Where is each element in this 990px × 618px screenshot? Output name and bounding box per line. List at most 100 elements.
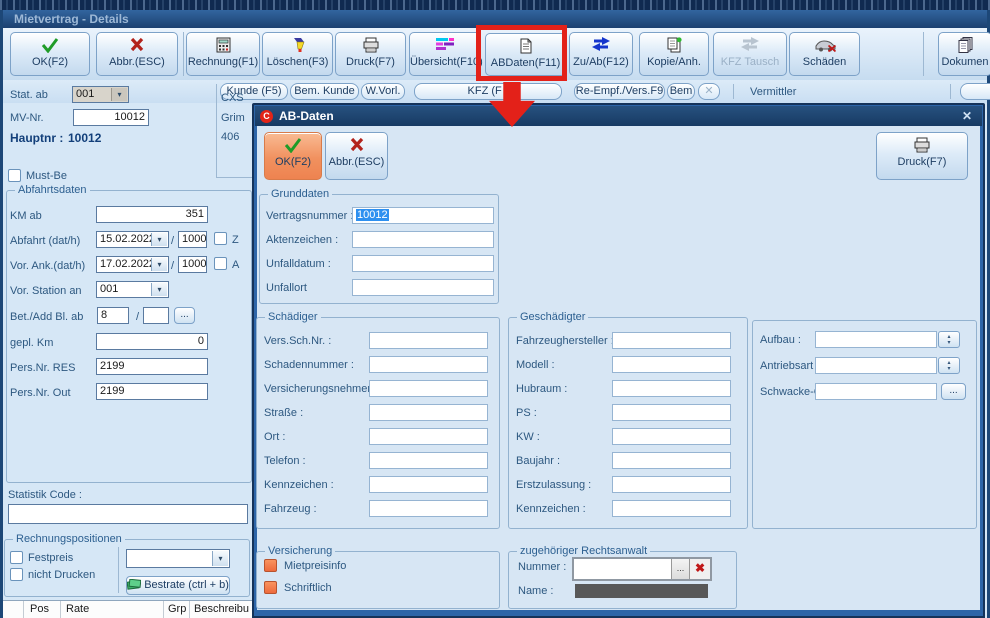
kennzeichen2-input[interactable] [612, 500, 731, 517]
antriebsart-input[interactable] [815, 357, 937, 374]
printer-icon [877, 137, 967, 156]
dialog-cancel-button[interactable]: Abbr.(ESC) [325, 132, 388, 180]
pers-out-input[interactable]: 2199 [96, 383, 208, 400]
vers-sch-nr-input[interactable] [369, 332, 488, 349]
money-icon [127, 579, 141, 590]
festpreis-checkbox[interactable] [10, 551, 23, 564]
abfahrt-date-select[interactable]: 15.02.2022 ▾ [96, 231, 169, 248]
customer-preview-line: Grim [221, 112, 245, 124]
nummer-browse-button[interactable]: ... [671, 559, 689, 579]
dropdown-arrow-icon[interactable]: ▾ [151, 283, 167, 296]
unfallort-input[interactable] [352, 279, 494, 296]
nummer-clear-button[interactable]: ✖ [689, 559, 710, 579]
bestrate-button[interactable]: Bestrate (ctrl + b) [126, 576, 230, 595]
col-pos[interactable]: Pos [30, 603, 49, 615]
bet-add-input1[interactable]: 8 [97, 307, 129, 324]
copy-attach-button[interactable]: Kopie/Anh. [639, 32, 709, 76]
schwacke-grp-input[interactable] [815, 383, 937, 400]
dialog-print-button[interactable]: Druck(F7) [876, 132, 968, 180]
antriebsart-spinner[interactable]: ▴ ▾ [938, 357, 960, 374]
invoice-button[interactable]: Rechnung(F1) [186, 32, 260, 76]
ort-input[interactable] [369, 428, 488, 445]
fahrzeug-input[interactable] [369, 500, 488, 517]
erstzulassung-input[interactable] [612, 476, 731, 493]
nicht-drucken-checkbox[interactable] [10, 568, 23, 581]
nummer-input[interactable] [574, 559, 671, 579]
damages-button[interactable]: Schäden [789, 32, 860, 76]
kw-input[interactable] [612, 428, 731, 445]
delete-button[interactable]: Löschen(F3) [262, 32, 333, 76]
fahrzeughersteller-input[interactable] [612, 332, 731, 349]
dropdown-arrow-icon[interactable]: ▾ [151, 233, 167, 246]
dropdown-arrow-icon[interactable]: ▾ [212, 551, 228, 566]
documents-button[interactable]: Dokumen [938, 32, 990, 76]
tab-reempf[interactable]: Re-Empf./Vers.F9 [574, 83, 665, 100]
dialog-title: AB-Daten [279, 109, 334, 123]
baujahr-input[interactable] [612, 452, 731, 469]
spin-down-icon: ▾ [947, 366, 950, 372]
mv-nr-input[interactable]: 10012 [73, 109, 149, 126]
unfalldatum-input[interactable] [352, 255, 494, 272]
aktenzeichen-input[interactable] [352, 231, 494, 248]
dialog-close-icon[interactable]: ✕ [962, 109, 972, 123]
tab-wvorl[interactable]: W.Vorl. [361, 83, 405, 100]
pers-res-input[interactable]: 2199 [96, 358, 208, 375]
gepl-km-input[interactable]: 0 [96, 333, 208, 350]
station-select[interactable]: 001 ▾ [96, 281, 169, 298]
panel-divider [216, 84, 217, 177]
print-button[interactable]: Druck(F7) [335, 32, 406, 76]
schwacke-browse-button[interactable]: ... [941, 383, 966, 400]
nicht-drucken-label: nicht Drucken [28, 569, 95, 581]
ps-input[interactable] [612, 404, 731, 421]
mietpreisinfo-checkbox[interactable] [264, 559, 277, 572]
ok-button[interactable]: OK(F2) [10, 32, 90, 76]
overview-button[interactable]: Übersicht(F10) [409, 32, 481, 76]
group-divider [118, 547, 119, 593]
tab-kfz[interactable]: KFZ (F ) [414, 83, 562, 100]
km-ab-input[interactable]: 351 [96, 206, 208, 223]
dropdown-arrow-icon[interactable]: ▾ [111, 88, 127, 101]
col-rate[interactable]: Rate [66, 603, 89, 615]
tab-partial[interactable] [960, 83, 990, 100]
col-grp[interactable]: Grp [168, 603, 186, 615]
versicherungsnehmer-input[interactable] [369, 380, 488, 397]
aufbau-input[interactable] [815, 331, 937, 348]
ank-date-select[interactable]: 17.02.2022 ▾ [96, 256, 169, 273]
check-icon [265, 137, 321, 156]
ank-checkbox[interactable] [214, 257, 227, 270]
col-beschreibung[interactable]: Beschreibu [194, 603, 249, 615]
abfahrt-time-input[interactable]: 1000 [178, 231, 207, 248]
transfer-arrows-icon [570, 37, 632, 56]
cancel-button[interactable]: Abbr.(ESC) [96, 32, 178, 76]
km-ab-label: KM ab [10, 210, 42, 222]
tab-close-button[interactable]: ✕ [698, 83, 720, 100]
telefon-input[interactable] [369, 452, 488, 469]
ank-time-input[interactable]: 1000 [178, 256, 207, 273]
fahrzeugdaten-group [752, 320, 977, 529]
abfahrt-checkbox-label: Z [232, 234, 239, 246]
kennzeichen-input[interactable] [369, 476, 488, 493]
bet-add-browse-button[interactable]: ... [174, 307, 195, 324]
zuab-button[interactable]: Zu/Ab(F12) [569, 32, 633, 76]
tab-bem-kunde[interactable]: Bem. Kunde [290, 83, 359, 100]
statistik-code-input[interactable] [8, 504, 248, 524]
strasse-input[interactable] [369, 404, 488, 421]
dropdown-arrow-icon[interactable]: ▾ [151, 258, 167, 271]
modell-input[interactable] [612, 356, 731, 373]
hauptnr-value: 10012 [68, 131, 101, 145]
bet-add-input2[interactable] [143, 307, 169, 324]
must-be-checkbox[interactable] [8, 169, 21, 182]
schriftlich-label: Schriftlich [284, 582, 332, 594]
schriftlich-checkbox[interactable] [264, 581, 277, 594]
schadennummer-input[interactable] [369, 356, 488, 373]
hubraum-input[interactable] [612, 380, 731, 397]
kfz-swap-button[interactable]: KFZ Tausch [713, 32, 787, 76]
rate-select[interactable]: ▾ [126, 549, 230, 568]
tab-bem[interactable]: Bem [667, 83, 695, 100]
abfahrt-checkbox[interactable] [214, 232, 227, 245]
ank-checkbox-label: A [232, 259, 239, 271]
vertragsnummer-input[interactable]: 10012 [352, 207, 494, 224]
dialog-ok-button[interactable]: OK(F2) [264, 132, 322, 180]
aufbau-spinner[interactable]: ▴ ▾ [938, 331, 960, 348]
stat-ab-select[interactable]: 001 ▾ [72, 86, 129, 103]
